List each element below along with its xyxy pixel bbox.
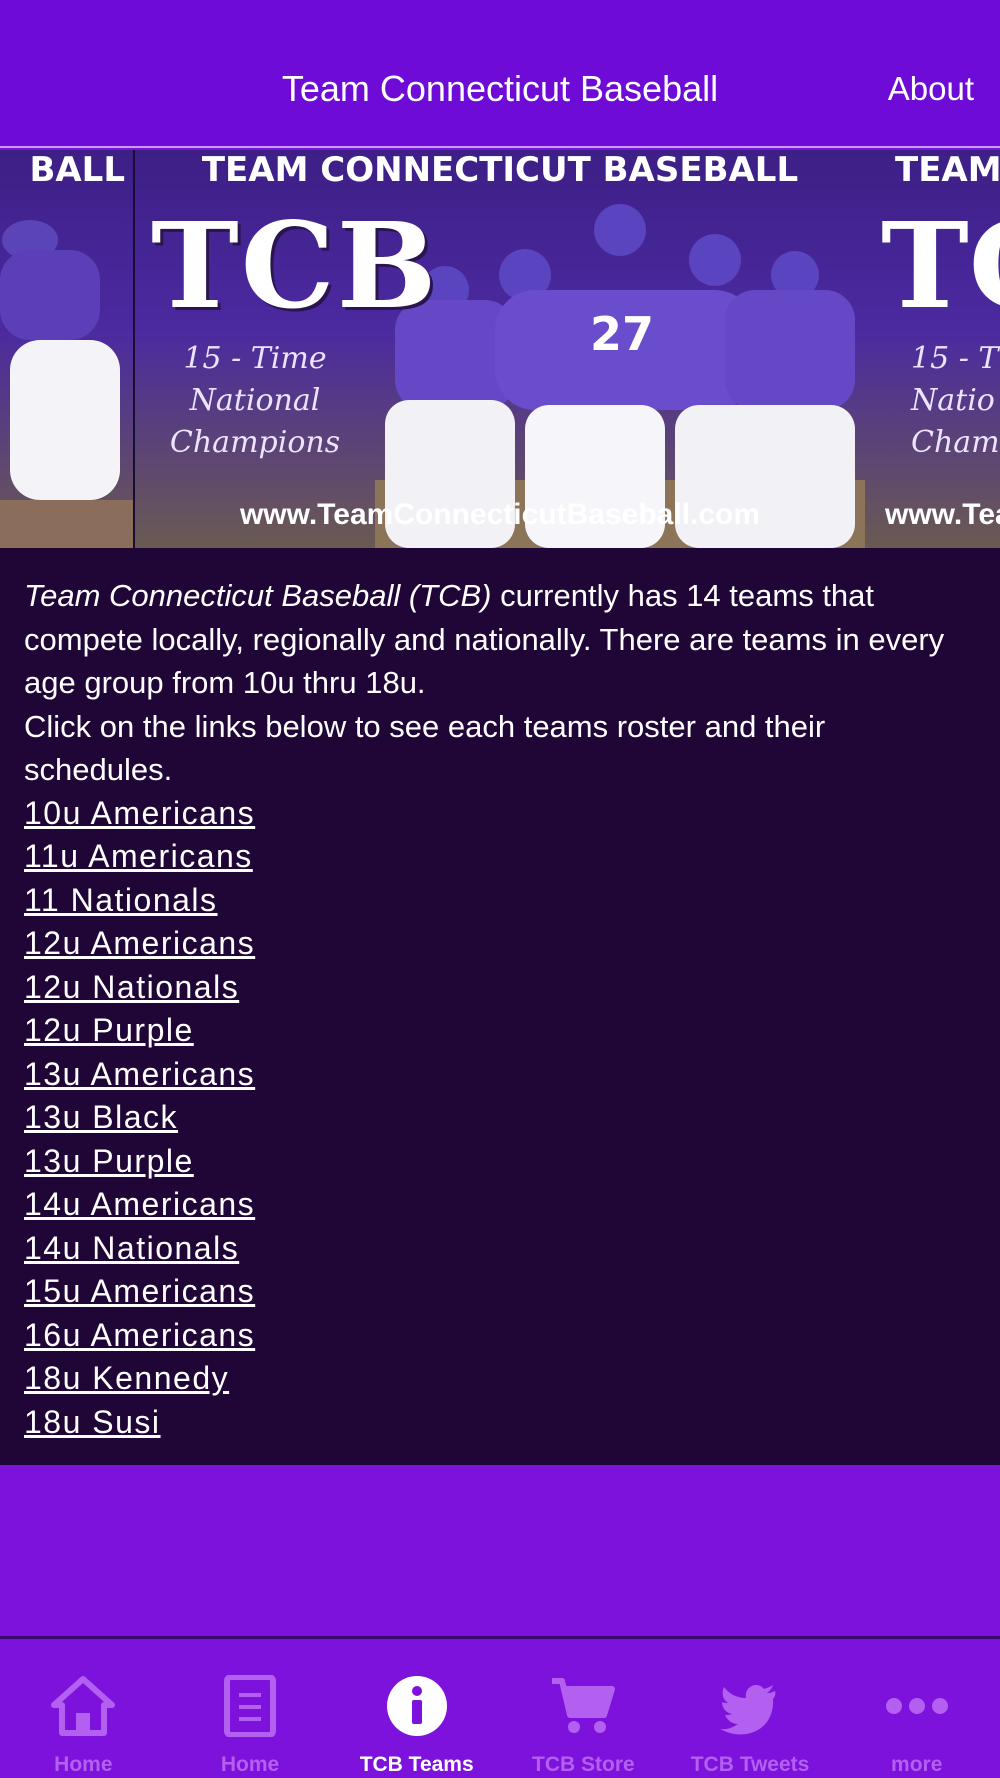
team-link-11-nationals[interactable]: 11 Nationals	[24, 879, 976, 923]
team-link-18u-kennedy[interactable]: 18u Kennedy	[24, 1357, 976, 1401]
page-title: Team Connecticut Baseball	[281, 68, 719, 109]
tab-label: more	[891, 1753, 943, 1776]
team-link-18u-susi[interactable]: 18u Susi	[24, 1401, 976, 1445]
team-link-12u-americans[interactable]: 12u Americans	[24, 922, 976, 966]
document-icon	[224, 1675, 276, 1737]
tab-bar: Home Home TCB Teams TCB Store TCB Tweets…	[0, 1636, 1000, 1778]
banner-url: www.TeamConnecticutBaseball.com	[239, 498, 761, 531]
tab-label: Home	[54, 1753, 113, 1776]
info-icon	[386, 1676, 447, 1736]
tagline-line: Champions	[169, 425, 341, 460]
banner-slide-current[interactable]: 27 TEAM CONNECTICUT BASEBALL TCB 15 - Ti…	[135, 150, 865, 548]
team-link-14u-nationals[interactable]: 14u Nationals	[24, 1227, 976, 1271]
banner-slide-next-url: www.Tea	[885, 498, 1000, 531]
house-icon	[51, 1676, 116, 1736]
banner-slide-next-headline: TEAM	[895, 150, 1000, 190]
tagline-line: National	[189, 383, 321, 418]
banner-headline: TEAM CONNECTICUT BASEBALL	[201, 150, 799, 190]
team-link-12u-nationals[interactable]: 12u Nationals	[24, 966, 976, 1010]
team-link-12u-purple[interactable]: 12u Purple	[24, 1009, 976, 1053]
tagline-line: Natio	[911, 383, 995, 418]
banner-slide-previous[interactable]: BALL	[0, 150, 135, 548]
tab-more[interactable]: more	[833, 1639, 1000, 1778]
tab-label: TCB Store	[532, 1753, 635, 1776]
banner-tagline: 15 - Time National Champions	[165, 338, 345, 464]
team-link-10u-americans[interactable]: 10u Americans	[24, 792, 976, 836]
team-link-16u-americans[interactable]: 16u Americans	[24, 1314, 976, 1358]
tab-home[interactable]: Home	[0, 1639, 167, 1778]
twitter-bird-icon	[720, 1685, 776, 1735]
team-link-14u-americans[interactable]: 14u Americans	[24, 1183, 976, 1227]
team-links-list: 10u Americans 11u Americans 11 Nationals…	[24, 792, 976, 1445]
instructions-text: Click on the links below to see each tea…	[24, 708, 826, 788]
brand-name: Team Connecticut Baseball (TCB)	[24, 578, 492, 613]
tab-home-page[interactable]: Home	[167, 1639, 334, 1778]
team-link-13u-purple[interactable]: 13u Purple	[24, 1140, 976, 1184]
tab-tcb-tweets[interactable]: TCB Tweets	[667, 1639, 834, 1778]
about-button[interactable]: About	[888, 70, 974, 108]
tagline-line: 15 - Time	[183, 341, 327, 376]
team-link-13u-black[interactable]: 13u Black	[24, 1096, 976, 1140]
banner-slide-next-tagline: 15 - T Natio Champ	[911, 338, 1000, 464]
tcb-logo: TCB	[151, 196, 439, 335]
tagline-line: 15 - T	[911, 341, 999, 376]
cart-icon	[552, 1678, 616, 1733]
banner-slide-next-logo: TC	[881, 196, 1000, 335]
navigation-bar: Team Connecticut Baseball About	[0, 0, 1000, 148]
team-link-13u-americans[interactable]: 13u Americans	[24, 1053, 976, 1097]
tab-label: TCB Tweets	[690, 1753, 810, 1776]
more-dots-icon	[885, 1698, 948, 1714]
banner-slide-next[interactable]: TEAM TC 15 - T Natio Champ www.Tea	[865, 150, 1000, 548]
intro-paragraph: Team Connecticut Baseball (TCB) currentl…	[24, 574, 976, 705]
jersey-number: 27	[590, 307, 654, 361]
team-link-15u-americans[interactable]: 15u Americans	[24, 1270, 976, 1314]
tab-tcb-teams[interactable]: TCB Teams	[333, 1639, 500, 1778]
tagline-line: Champ	[911, 425, 1000, 460]
tab-tcb-store[interactable]: TCB Store	[500, 1639, 667, 1778]
team-link-11u-americans[interactable]: 11u Americans	[24, 835, 976, 879]
tab-label: TCB Teams	[359, 1753, 474, 1776]
players-image-left	[0, 220, 135, 548]
team-info-panel: Team Connecticut Baseball (TCB) currentl…	[0, 548, 1000, 1465]
banner-carousel[interactable]: BALL 27 TEAM CONNECTICUT BASEBALL TCB 15…	[0, 150, 1000, 548]
players-huddle-image: 27	[375, 204, 865, 548]
tab-label: Home	[220, 1753, 280, 1776]
